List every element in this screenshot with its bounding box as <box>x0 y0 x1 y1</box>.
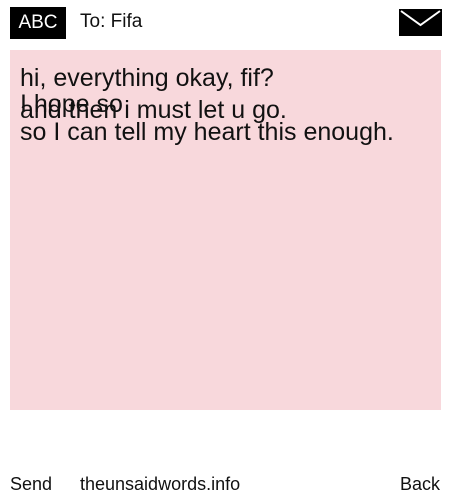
message-line: hi, everything okay, fif? <box>20 64 274 92</box>
recipient-label: To: Fifa <box>80 11 143 32</box>
back-button[interactable]: Back <box>400 474 440 495</box>
message-line: so I can tell my heart this enough. <box>20 118 394 146</box>
send-button[interactable]: Send <box>10 474 52 495</box>
envelope-icon[interactable] <box>399 9 442 36</box>
abc-badge: ABC <box>10 7 66 39</box>
site-link[interactable]: theunsaidwords.info <box>80 474 240 495</box>
message-note-area[interactable]: hi, everything okay, fif? I hope so and … <box>10 50 441 410</box>
